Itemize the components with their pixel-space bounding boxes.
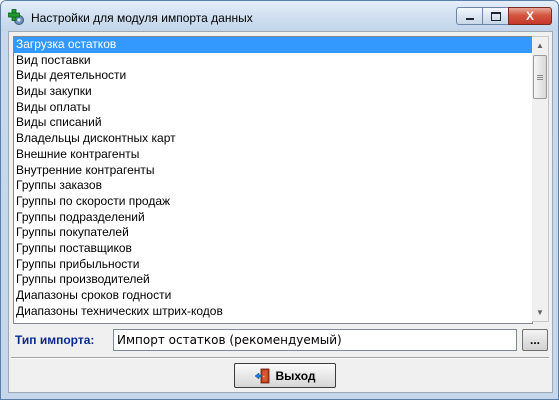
door-exit-icon: [255, 368, 270, 383]
list-item[interactable]: Группы поставщиков: [14, 241, 532, 257]
thumb-grip-icon: [537, 77, 543, 78]
thumb-grip-icon: [537, 75, 543, 76]
list-item[interactable]: Группы покупателей: [14, 225, 532, 241]
import-type-field[interactable]: Импорт остатков (рекомендуемый): [113, 329, 517, 351]
scroll-down-arrow-icon[interactable]: ▼: [532, 304, 548, 321]
maximize-button[interactable]: [482, 7, 508, 25]
list-item[interactable]: Группы заказов: [14, 178, 532, 194]
close-icon: X: [525, 9, 534, 23]
title-bar[interactable]: Настройки для модуля импорта данных X: [1, 1, 558, 31]
import-type-row: Тип импорта: Импорт остатков (рекомендуе…: [9, 324, 552, 354]
exit-button-label: Выход: [275, 368, 316, 383]
thumb-grip-icon: [537, 79, 543, 80]
list-item[interactable]: Виды оплаты: [14, 100, 532, 116]
app-icon: [8, 9, 24, 25]
window-title: Настройки для модуля импорта данных: [31, 11, 253, 25]
scroll-thumb[interactable]: [533, 55, 547, 99]
list-item[interactable]: Диапазоны технических штрих-кодов: [14, 304, 532, 320]
close-button[interactable]: X: [508, 7, 552, 25]
exit-button[interactable]: Выход: [234, 363, 336, 388]
list-item[interactable]: Группы по скорости продаж: [14, 194, 532, 210]
list-item[interactable]: Внешние контрагенты: [14, 147, 532, 163]
list-item[interactable]: Виды списаний: [14, 115, 532, 131]
divider: [11, 357, 549, 359]
minimize-icon: [465, 18, 474, 20]
list-item[interactable]: Загрузка остатков: [14, 37, 532, 53]
module-list[interactable]: Загрузка остатков Вид поставки Виды деятел…: [13, 36, 533, 324]
list-item[interactable]: Группы прибыльности: [14, 257, 532, 273]
list-item[interactable]: Диапазоны сроков годности: [14, 288, 532, 304]
browse-button[interactable]: ...: [522, 329, 548, 351]
list-scrollbar[interactable]: ▲ ▼: [532, 36, 549, 322]
dialog-client-area: Загрузка остатков Вид поставки Виды деятел…: [8, 31, 553, 393]
list-item[interactable]: Группы производителей: [14, 272, 532, 288]
list-item[interactable]: Владельцы дисконтных карт: [14, 131, 532, 147]
caption-buttons: X: [456, 7, 552, 25]
import-type-label: Тип импорта:: [15, 333, 95, 347]
list-item[interactable]: Группы подразделений: [14, 210, 532, 226]
list-item[interactable]: Виды деятельности: [14, 68, 532, 84]
maximize-icon: [490, 11, 501, 21]
list-item[interactable]: Виды закупки: [14, 84, 532, 100]
list-item[interactable]: Внутренние контрагенты: [14, 163, 532, 179]
list-item[interactable]: Вид поставки: [14, 53, 532, 69]
scroll-up-arrow-icon[interactable]: ▲: [532, 37, 548, 54]
minimize-button[interactable]: [456, 7, 482, 25]
settings-window: Настройки для модуля импорта данных X За…: [0, 0, 559, 400]
